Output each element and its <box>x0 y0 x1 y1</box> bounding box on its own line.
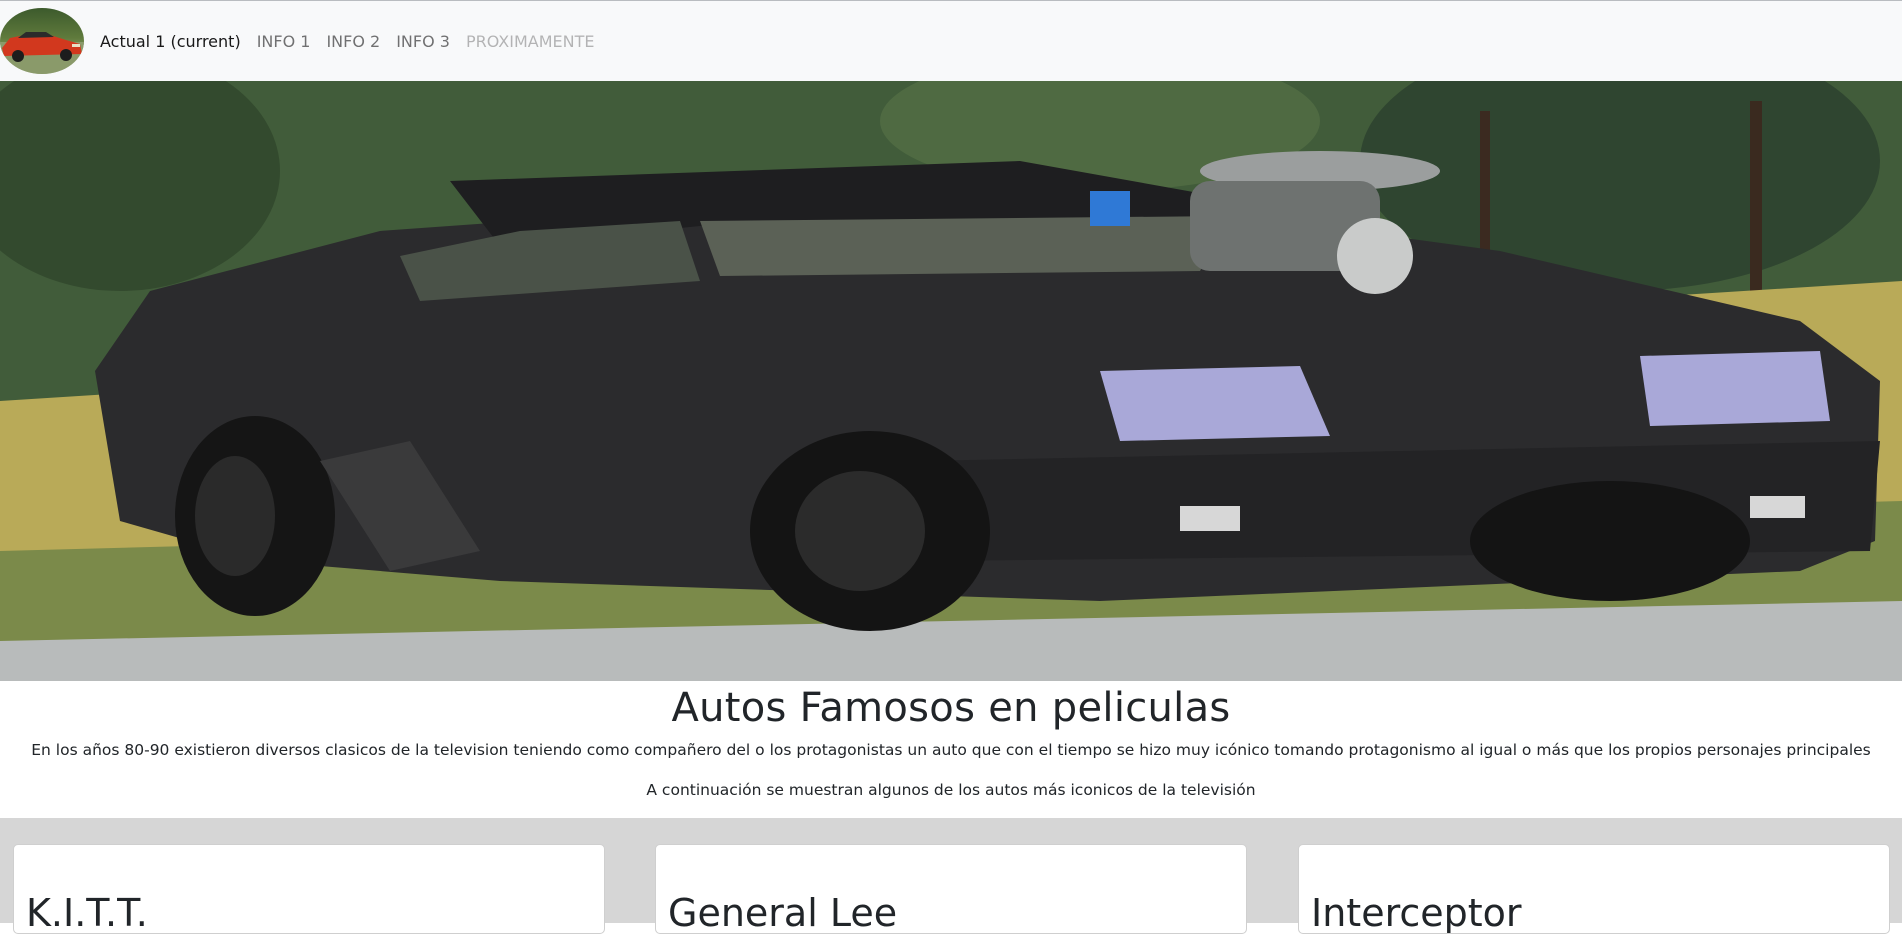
cards-section: K.I.T.T. General Lee Interceptor <box>0 818 1902 934</box>
nav-link-info-2[interactable]: INFO 2 <box>318 32 388 51</box>
intro-paragraph: En los años 80-90 existieron diversos cl… <box>31 741 1871 759</box>
car-card-interceptor[interactable]: Interceptor <box>1298 844 1890 934</box>
nav-link-proximamente: PROXIMAMENTE <box>465 31 595 51</box>
card-title: K.I.T.T. <box>26 891 148 934</box>
intro-section: Autos Famosos en peliculas En los años 8… <box>0 681 1902 818</box>
car-card-kitt[interactable]: K.I.T.T. <box>13 844 605 934</box>
page-title: Autos Famosos en peliculas <box>671 685 1231 731</box>
navbar: Actual 1 (current) INFO 1 INFO 2 INFO 3 … <box>0 0 1902 81</box>
nav-link-actual-1[interactable]: Actual 1 (current) <box>92 32 249 51</box>
card-title: Interceptor <box>1311 891 1522 934</box>
car-card-general-lee[interactable]: General Lee <box>655 844 1247 934</box>
hero-banner-image <box>0 81 1902 681</box>
intro-subparagraph: A continuación se muestran algunos de lo… <box>646 781 1256 799</box>
nav-link-info-1[interactable]: INFO 1 <box>249 32 319 51</box>
nav-link-info-3[interactable]: INFO 3 <box>388 32 458 51</box>
car-logo-icon[interactable] <box>0 8 84 74</box>
nav-links: Actual 1 (current) INFO 1 INFO 2 INFO 3 … <box>92 32 602 51</box>
card-title: General Lee <box>668 891 898 934</box>
